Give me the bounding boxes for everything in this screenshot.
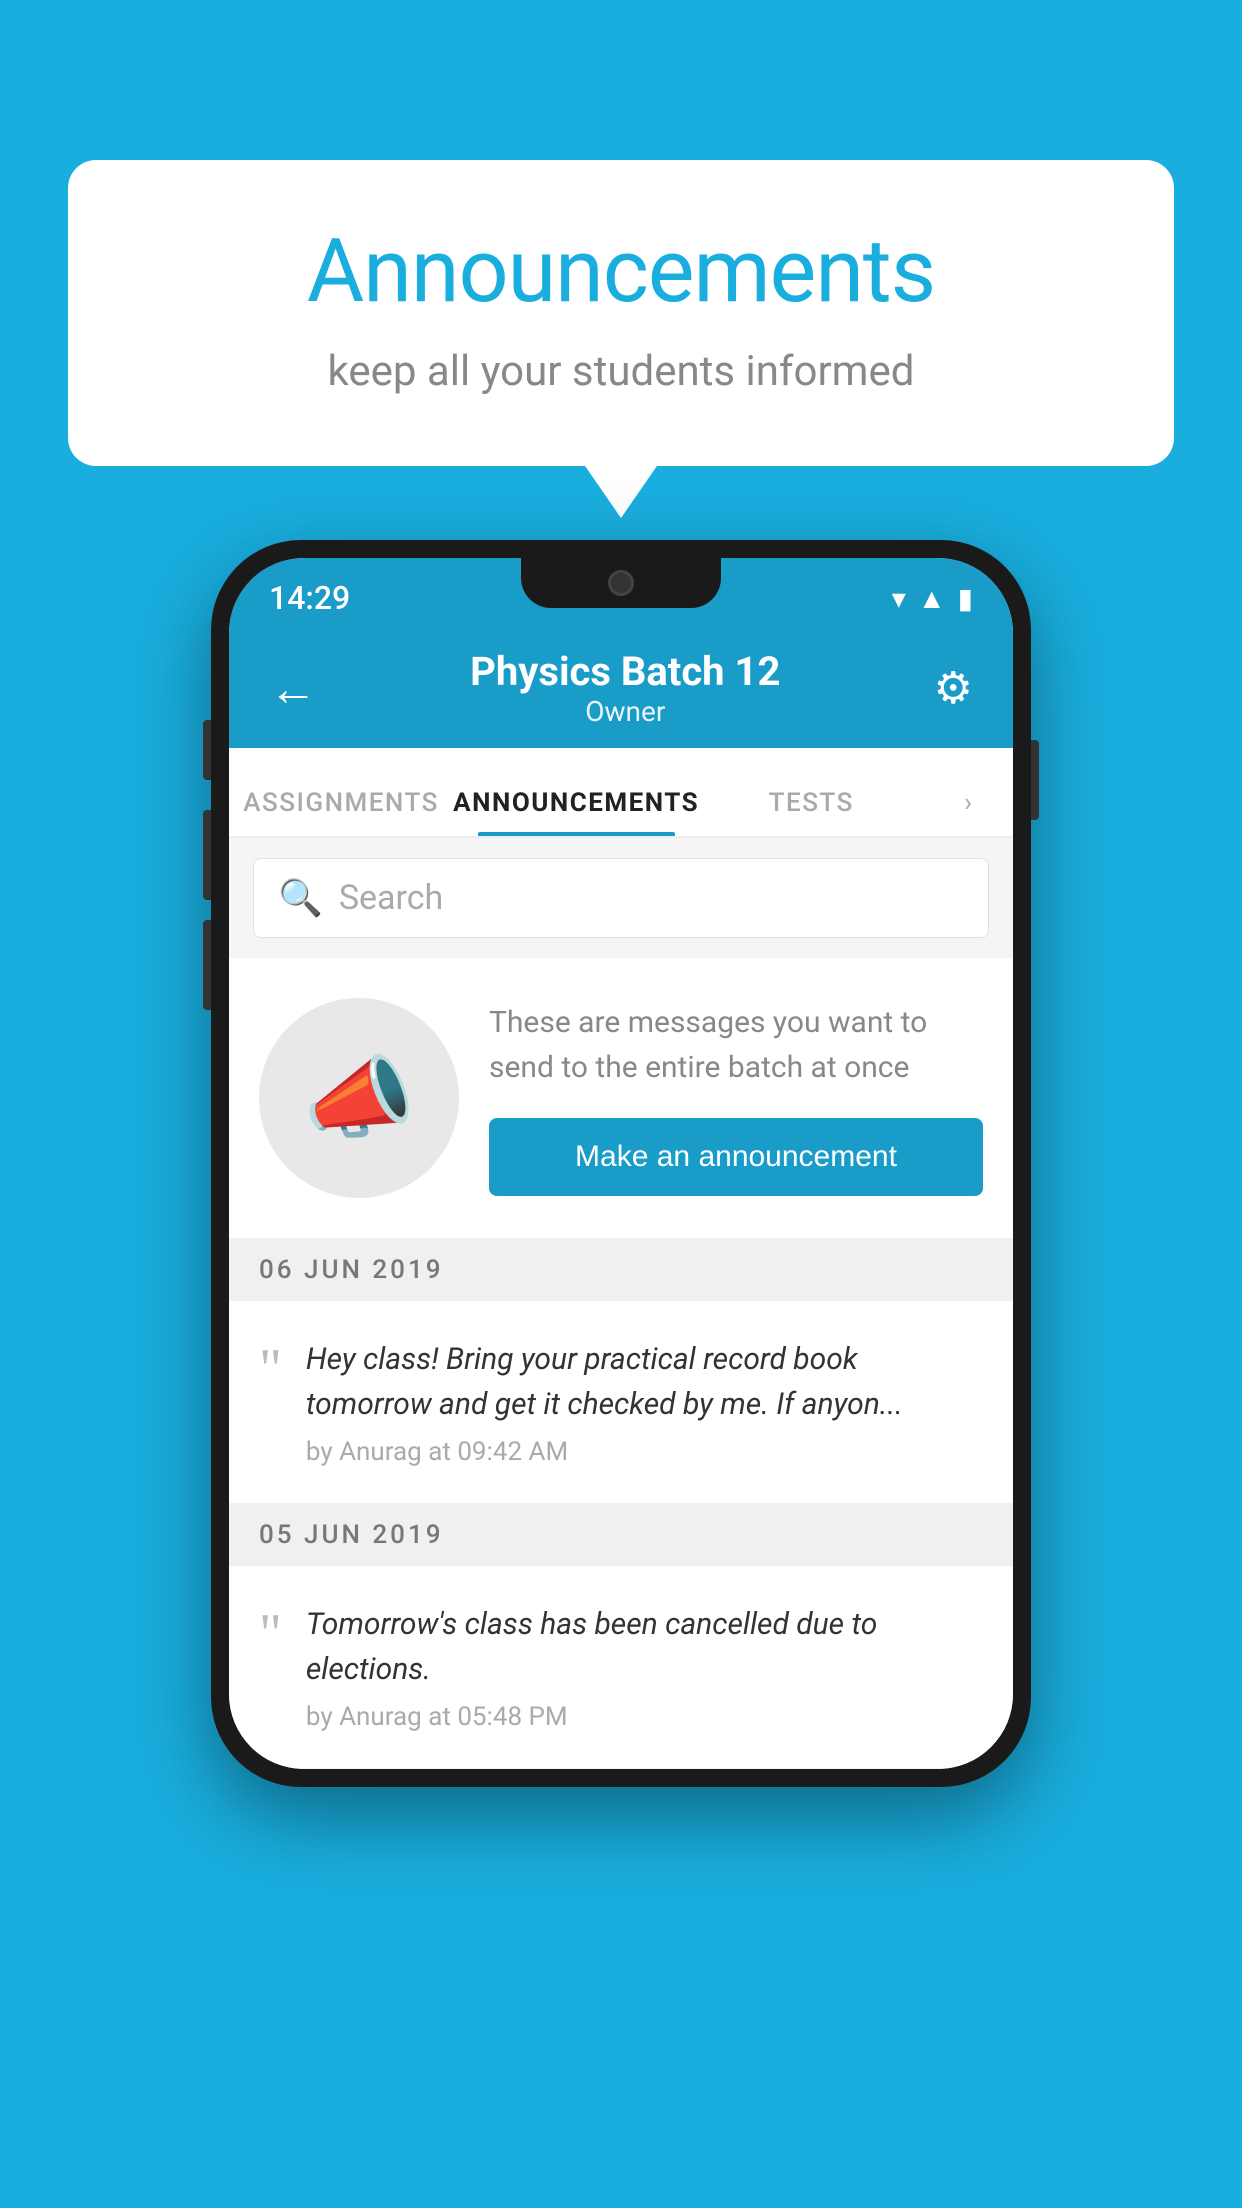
batch-role: Owner [470, 695, 780, 728]
announcement-item-2[interactable]: " Tomorrow's class has been cancelled du… [229, 1566, 1013, 1769]
phone-notch [521, 558, 721, 608]
power-button [1031, 740, 1039, 820]
phone-content: 14:29 ▾ ▲ ▮ ← Physics Batch 12 Owner ⚙ [229, 558, 1013, 1769]
tab-announcements[interactable]: ANNOUNCEMENTS [453, 788, 699, 836]
volume-down-button [203, 920, 211, 1010]
mute-button [203, 720, 211, 780]
quote-icon-2: " [259, 1602, 282, 1662]
quote-icon-1: " [259, 1337, 282, 1397]
prompt-description: These are messages you want to send to t… [489, 1000, 983, 1090]
phone-outer: 14:29 ▾ ▲ ▮ ← Physics Batch 12 Owner ⚙ [211, 540, 1031, 1787]
announcement-prompt: 📣 These are messages you want to send to… [229, 958, 1013, 1239]
speech-bubble-title: Announcements [148, 220, 1094, 323]
date-section-1: 06 JUN 2019 [229, 1239, 1013, 1301]
announcement-text-1: Hey class! Bring your practical record b… [306, 1337, 983, 1467]
tab-tests[interactable]: TESTS [699, 788, 923, 836]
batch-title: Physics Batch 12 [470, 648, 780, 695]
tab-more[interactable]: › [923, 788, 1013, 836]
announcement-message-2: Tomorrow's class has been cancelled due … [306, 1602, 983, 1692]
search-bar[interactable]: 🔍 Search [253, 858, 989, 938]
announcement-text-2: Tomorrow's class has been cancelled due … [306, 1602, 983, 1732]
make-announcement-button[interactable]: Make an announcement [489, 1118, 983, 1196]
search-section: 🔍 Search [229, 838, 1013, 958]
phone-mockup: 14:29 ▾ ▲ ▮ ← Physics Batch 12 Owner ⚙ [211, 540, 1031, 1787]
top-bar-center: Physics Batch 12 Owner [470, 648, 780, 728]
announcement-meta-2: by Anurag at 05:48 PM [306, 1702, 983, 1732]
announcement-meta-1: by Anurag at 09:42 AM [306, 1437, 983, 1467]
search-placeholder: Search [339, 878, 443, 918]
phone-screen: 14:29 ▾ ▲ ▮ ← Physics Batch 12 Owner ⚙ [229, 558, 1013, 1769]
announcement-item-1[interactable]: " Hey class! Bring your practical record… [229, 1301, 1013, 1504]
signal-icon: ▲ [918, 582, 946, 615]
speech-bubble-section: Announcements keep all your students inf… [68, 160, 1174, 466]
top-navigation-bar: ← Physics Batch 12 Owner ⚙ [229, 628, 1013, 748]
battery-icon: ▮ [958, 582, 973, 615]
wifi-icon: ▾ [892, 582, 906, 615]
announcement-message-1: Hey class! Bring your practical record b… [306, 1337, 983, 1427]
back-button[interactable]: ← [269, 660, 317, 717]
speech-bubble-subtitle: keep all your students informed [148, 347, 1094, 396]
settings-button[interactable]: ⚙ [934, 662, 973, 714]
search-icon: 🔍 [278, 877, 323, 919]
speech-bubble: Announcements keep all your students inf… [68, 160, 1174, 466]
date-label-2: 05 JUN 2019 [259, 1520, 444, 1550]
tabs-bar: ASSIGNMENTS ANNOUNCEMENTS TESTS › [229, 748, 1013, 838]
megaphone-icon: 📣 [303, 1046, 415, 1151]
status-icons: ▾ ▲ ▮ [892, 582, 973, 615]
date-label-1: 06 JUN 2019 [259, 1255, 444, 1285]
prompt-content: These are messages you want to send to t… [489, 1000, 983, 1196]
date-section-2: 05 JUN 2019 [229, 1504, 1013, 1566]
volume-up-button [203, 810, 211, 900]
tab-assignments[interactable]: ASSIGNMENTS [229, 788, 453, 836]
front-camera [608, 570, 634, 596]
megaphone-circle: 📣 [259, 998, 459, 1198]
status-time: 14:29 [269, 579, 350, 617]
